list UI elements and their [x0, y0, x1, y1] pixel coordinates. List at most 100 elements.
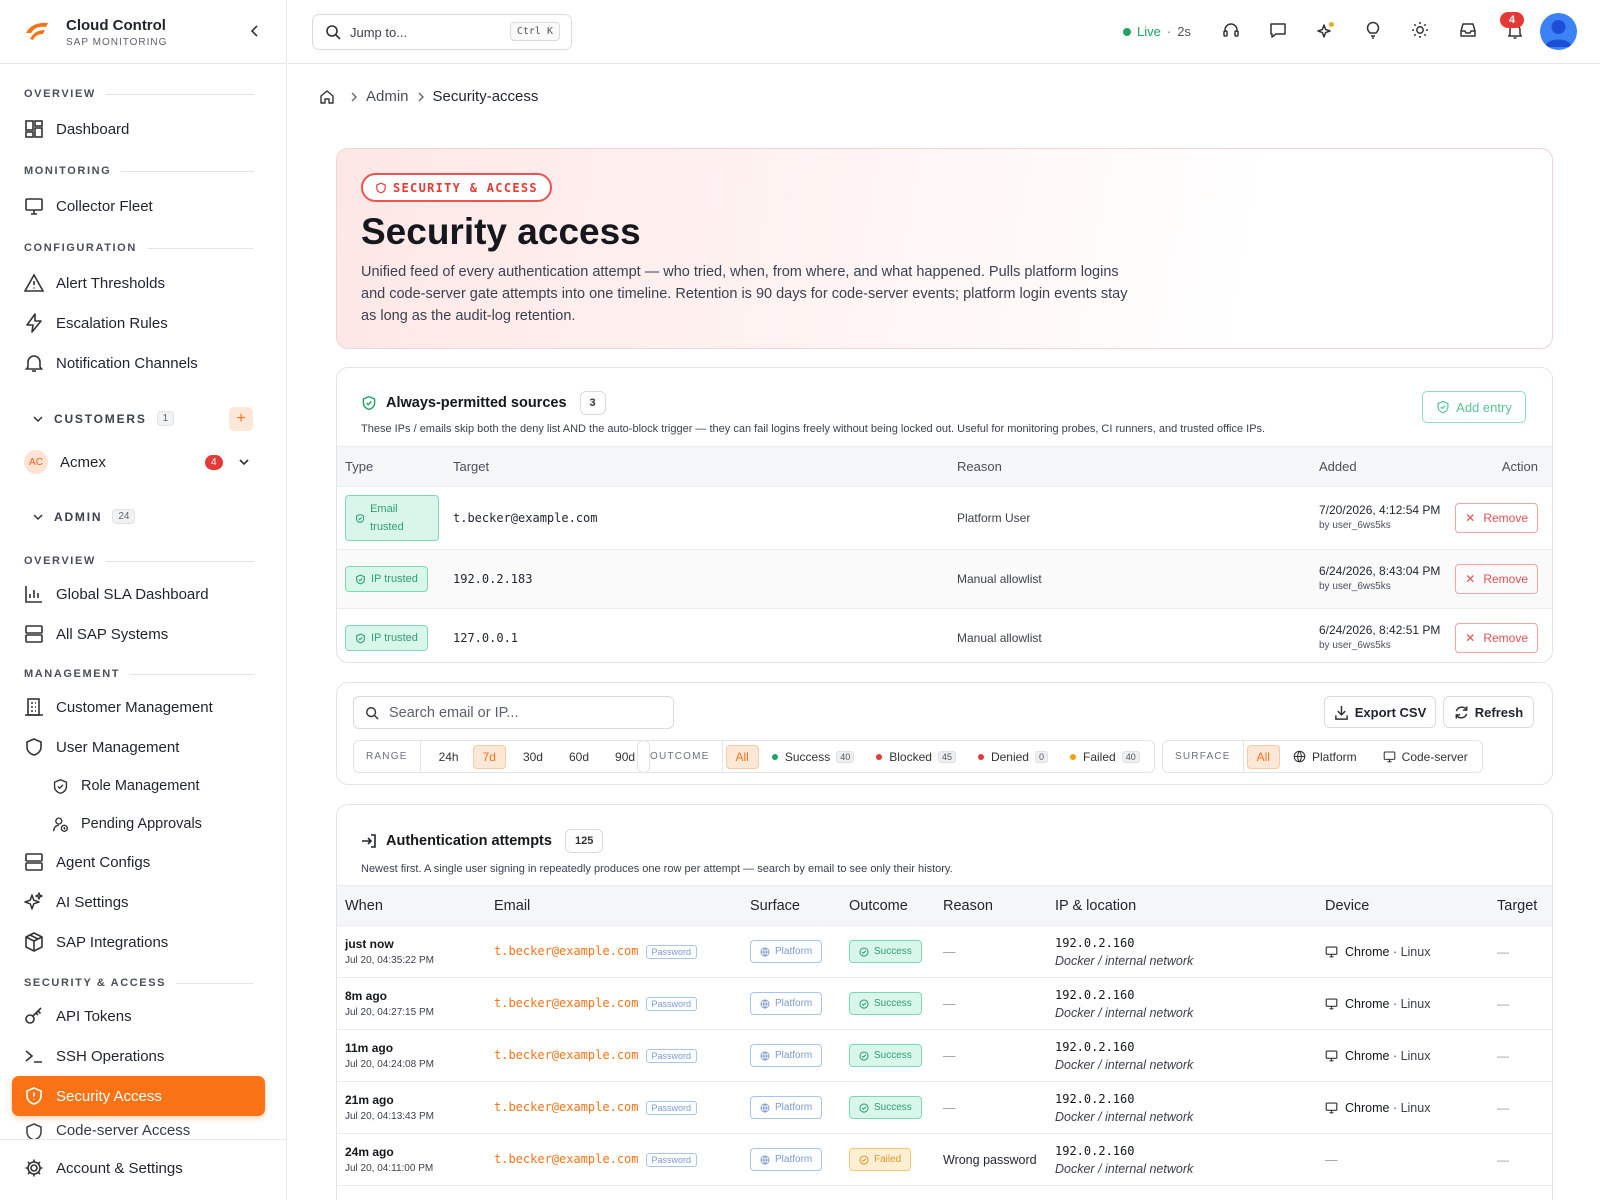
- globe-icon: [760, 1103, 770, 1113]
- add-customer-button[interactable]: +: [229, 407, 253, 431]
- sidebar-item-collector-fleet[interactable]: Collector Fleet: [24, 191, 153, 221]
- sidebar-item-global-sla[interactable]: Global SLA Dashboard: [24, 579, 209, 609]
- brand: Cloud Control SAP MONITORING: [0, 0, 286, 64]
- shield-icon: [376, 182, 386, 193]
- col-ip-location: IP & location: [1048, 885, 1318, 926]
- search-input[interactable]: Search email or IP...: [353, 696, 674, 729]
- outcome-filter: OUTCOME All Success 40 Blocked 45 Denied 0 …: [637, 740, 1155, 773]
- table-row[interactable]: 11m ago Jul 20, 04:24:08 PM t.becker@exam…: [337, 1029, 1552, 1082]
- close-icon: ✕: [1465, 631, 1476, 645]
- section-pill: SECURITY & ACCESS: [361, 173, 552, 202]
- shield-check-icon: [356, 574, 365, 584]
- collapse-sidebar-icon[interactable]: [248, 24, 262, 38]
- sidebar-item-notification-channels[interactable]: Notification Channels: [24, 348, 198, 378]
- monitor-icon: [1383, 751, 1395, 763]
- sidebar-item-security-access[interactable]: Security Access: [12, 1076, 265, 1116]
- sidebar-item-pending-approvals[interactable]: Pending Approvals: [52, 809, 202, 839]
- outcome-all[interactable]: All: [725, 744, 759, 769]
- email-link[interactable]: t.becker@example.com: [494, 1152, 639, 1166]
- sidebar-item-account-settings[interactable]: Account & Settings: [24, 1153, 183, 1183]
- outcome-success[interactable]: Success 40: [763, 745, 863, 769]
- table-row[interactable]: just now Jul 20, 04:35:22 PM t.becker@exa…: [337, 925, 1552, 978]
- table-row[interactable]: 8m ago Jul 20, 04:27:15 PM t.becker@examp…: [337, 977, 1552, 1030]
- sidebar-item-sap-integrations[interactable]: SAP Integrations: [24, 927, 168, 957]
- sidebar-item-label: Notification Channels: [56, 354, 198, 372]
- range-30d[interactable]: 30d: [514, 745, 552, 769]
- ip-location: Docker / internal network: [1055, 953, 1194, 968]
- admin-group-header[interactable]: ADMIN 24: [32, 509, 136, 524]
- jump-to-search[interactable]: Jump to... Ctrl K: [312, 14, 572, 50]
- surface-code-server[interactable]: Code-server: [1374, 745, 1477, 769]
- topbar: Jump to... Ctrl K Live · 2s 4: [288, 0, 1600, 64]
- theme-sun-icon[interactable]: [1411, 21, 1429, 39]
- building-icon: [25, 698, 43, 716]
- surface-all[interactable]: All: [1246, 744, 1280, 769]
- email-link[interactable]: t.becker@example.com: [494, 1100, 639, 1114]
- permitted-description: These IPs / emails skip both the deny li…: [361, 423, 1266, 435]
- reason-cell: —: [936, 1081, 1048, 1134]
- sidebar-item-label: Global SLA Dashboard: [56, 585, 209, 603]
- sidebar-item-all-sap-systems[interactable]: All SAP Systems: [24, 619, 168, 649]
- add-entry-button[interactable]: Add entry: [1422, 391, 1526, 423]
- when-cell: 8m ago Jul 20, 04:27:15 PM: [345, 989, 434, 1018]
- target-value: 127.0.0.1: [447, 608, 952, 662]
- lightbulb-icon[interactable]: [1364, 21, 1382, 39]
- email-link[interactable]: t.becker@example.com: [494, 1048, 639, 1062]
- device-cell: Chrome · Linux: [1325, 945, 1490, 959]
- key-icon: [25, 1007, 42, 1024]
- sidebar-item-label: User Management: [56, 738, 180, 756]
- notification-count-badge: 4: [1500, 12, 1525, 28]
- sidebar-item-escalation-rules[interactable]: Escalation Rules: [24, 308, 168, 338]
- headset-icon[interactable]: [1222, 21, 1240, 39]
- outcome-blocked[interactable]: Blocked 45: [867, 745, 965, 769]
- remove-button[interactable]: ✕ Remove: [1455, 623, 1538, 653]
- export-csv-button[interactable]: Export CSV: [1324, 696, 1436, 728]
- col-device: Device: [1318, 885, 1490, 926]
- live-dot: [1123, 27, 1131, 36]
- remove-button[interactable]: ✕ Remove: [1455, 503, 1538, 533]
- surface-platform[interactable]: Platform: [1284, 745, 1366, 769]
- email-link[interactable]: t.becker@example.com: [494, 996, 639, 1010]
- table-header-row: Type Target Reason Added Action: [337, 446, 1552, 487]
- device-cell: Chrome · Linux: [1325, 1049, 1490, 1063]
- range-24h[interactable]: 24h: [430, 745, 468, 769]
- jump-placeholder: Jump to...: [350, 24, 408, 40]
- table-row[interactable]: 21m ago Jul 20, 04:13:43 PM t.becker@exam…: [337, 1081, 1552, 1134]
- outcome-denied[interactable]: Denied 0: [969, 745, 1057, 769]
- sidebar-item-dashboard[interactable]: Dashboard: [24, 114, 129, 144]
- sidebar-item-api-tokens[interactable]: API Tokens: [24, 1001, 132, 1031]
- chat-icon[interactable]: [1269, 21, 1287, 39]
- shield-icon: [26, 738, 42, 756]
- breadcrumb-admin[interactable]: Admin: [366, 88, 409, 105]
- target-cell: —: [1490, 925, 1552, 978]
- range-60d[interactable]: 60d: [560, 745, 598, 769]
- refresh-button[interactable]: Refresh: [1443, 696, 1534, 728]
- sidebar-item-ai-settings[interactable]: AI Settings: [24, 887, 129, 917]
- sidebar-item-ssh-operations[interactable]: SSH Operations: [24, 1041, 164, 1071]
- sidebar-item-customer-management[interactable]: Customer Management: [24, 692, 213, 722]
- customer-item-acmex[interactable]: AC Acmex 4: [24, 450, 254, 474]
- sidebar-item-role-management[interactable]: Role Management: [52, 771, 200, 801]
- table-row[interactable]: 24m ago Jul 20, 04:11:00 PM t.becker@exam…: [337, 1133, 1552, 1186]
- sidebar-item-agent-configs[interactable]: Agent Configs: [24, 847, 150, 877]
- sidebar-item-alert-thresholds[interactable]: Alert Thresholds: [24, 268, 165, 298]
- inbox-icon[interactable]: [1459, 21, 1477, 39]
- sidebar-item-user-management[interactable]: User Management: [24, 732, 179, 762]
- app-subtitle: SAP MONITORING: [66, 37, 168, 48]
- type-badge: Email trusted: [345, 495, 439, 541]
- ai-sparkles-icon[interactable]: [1316, 21, 1336, 41]
- sidebar-item-label: Security Access: [56, 1087, 162, 1105]
- server-icon: [25, 853, 43, 871]
- col-email: Email: [487, 885, 743, 926]
- target-value: 192.0.2.183: [447, 549, 952, 609]
- target-cell: —: [1490, 1133, 1552, 1186]
- shield-alert-icon: [26, 1087, 42, 1105]
- attempts-card-title: Authentication attempts 125: [361, 829, 604, 853]
- customers-group-header[interactable]: CUSTOMERS 1: [32, 411, 175, 426]
- email-link[interactable]: t.becker@example.com: [494, 944, 639, 958]
- range-7d[interactable]: 7d: [472, 744, 506, 769]
- outcome-failed[interactable]: Failed 40: [1061, 745, 1149, 769]
- user-avatar[interactable]: [1540, 13, 1577, 50]
- remove-button[interactable]: ✕ Remove: [1455, 564, 1538, 594]
- sidebar-item-label: Pending Approvals: [81, 816, 202, 832]
